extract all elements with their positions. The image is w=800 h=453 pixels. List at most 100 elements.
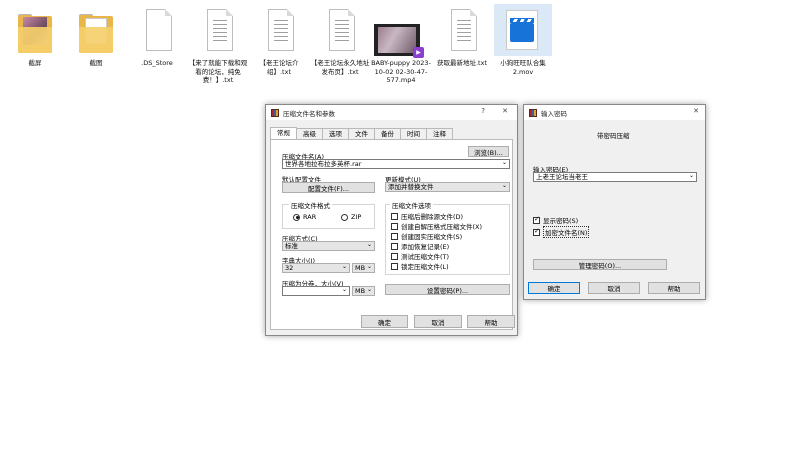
file-label: 【老王论坛介绍】.txt xyxy=(259,59,299,76)
password-value: 上老王论坛当老王 xyxy=(536,173,588,181)
dictionary-unit-value: MB xyxy=(355,264,366,272)
checkbox-icon xyxy=(391,212,398,220)
chevron-down-icon: ⌄ xyxy=(501,182,507,189)
option-recovery-checkbox[interactable]: 添加恢复记录(E) xyxy=(391,241,449,251)
options-group-title: 压缩文件选项 xyxy=(390,200,433,210)
file-label: 小狗旺旺队合集2.mov xyxy=(500,59,546,76)
chevron-down-icon[interactable]: ⌄ xyxy=(689,173,694,180)
file-label: 截屏 xyxy=(28,59,42,67)
option-label: 创建固实压缩文件(S) xyxy=(401,233,463,241)
option-label: 压缩后删除源文件(D) xyxy=(401,213,464,221)
cancel-button[interactable]: 取消 xyxy=(414,315,462,328)
split-unit-value: MB xyxy=(355,287,366,295)
radio-icon xyxy=(341,213,348,221)
chevron-down-icon: ⌄ xyxy=(366,286,372,293)
organize-passwords-button[interactable]: 管理密码(O)... xyxy=(533,259,667,270)
checkbox-icon xyxy=(391,252,398,260)
desktop-item-txt-1[interactable]: 【来了就能下载和观看的论坛，纯免费！】.txt xyxy=(189,4,247,85)
enter-password-dialog: 输入密码 ✕ 带密码压缩 输入密码(E) 上老王论坛当老王 ⌄ 显示密码(S) … xyxy=(523,104,706,300)
password-input[interactable]: 上老王论坛当老王 ⌄ xyxy=(533,172,697,182)
format-rar-radio[interactable]: RAR xyxy=(293,213,316,221)
text-file-icon xyxy=(189,4,247,56)
method-select[interactable]: 标准 ⌄ xyxy=(282,241,375,251)
split-unit-select[interactable]: MB ⌄ xyxy=(352,286,375,296)
desktop-item-video-mp4[interactable]: ▶ BABY-puppy 2023-10-02 02-30-47-577.mp4 xyxy=(371,4,431,85)
movie-file-icon xyxy=(494,4,552,56)
dictionary-size-value: 32 xyxy=(285,264,294,272)
archive-name-value: 世界各地拉布拉多英杯.rar xyxy=(285,160,362,168)
desktop-item-txt-4[interactable]: 获取最新地址.txt xyxy=(433,4,491,68)
checkbox-icon xyxy=(391,262,398,270)
folder-icon xyxy=(6,4,64,56)
text-file-icon xyxy=(433,4,491,56)
close-icon[interactable]: ✕ xyxy=(693,107,699,115)
option-delete-source-checkbox[interactable]: 压缩后删除源文件(D) xyxy=(391,211,463,221)
option-label: 创建自解压格式压缩文件(X) xyxy=(401,223,483,231)
play-badge-icon: ▶ xyxy=(413,47,424,58)
checkbox-icon xyxy=(391,232,398,240)
checkbox-icon xyxy=(391,222,398,230)
folder-icon xyxy=(67,4,125,56)
split-volumes-input[interactable]: ⌄ xyxy=(282,286,350,296)
encrypt-filenames-checkbox[interactable]: 加密文件名(N) xyxy=(533,226,590,238)
option-test-checkbox[interactable]: 测试压缩文件(T) xyxy=(391,251,449,261)
show-password-checkbox[interactable]: 显示密码(S) xyxy=(533,215,578,225)
file-label: 获取最新地址.txt xyxy=(436,59,487,67)
close-icon[interactable]: ✕ xyxy=(502,107,508,115)
file-label: BABY-puppy 2023-10-02 02-30-47-577.mp4 xyxy=(371,59,431,84)
file-label: 【来了就能下载和观看的论坛，纯免费！】.txt xyxy=(188,59,248,84)
desktop-item-ds-store[interactable]: .DS_Store xyxy=(128,4,186,68)
help-icon[interactable]: ? xyxy=(481,107,485,115)
video-file-icon: ▶ xyxy=(372,4,430,58)
dictionary-size-select[interactable]: 32 ⌄ xyxy=(282,263,350,273)
chevron-down-icon[interactable]: ⌄ xyxy=(502,160,507,167)
archive-format-group: 压缩文件格式 RAR ZIP xyxy=(282,200,375,229)
method-value: 标准 xyxy=(285,242,298,250)
format-zip-radio[interactable]: ZIP xyxy=(341,213,361,221)
help-button[interactable]: 帮助 xyxy=(467,315,515,328)
dialog-titlebar: 输入密码 ✕ xyxy=(524,105,705,120)
encrypt-filenames-label: 加密文件名(N) xyxy=(543,226,590,238)
dialog-title: 压缩文件名和参数 xyxy=(283,109,335,118)
option-sfx-checkbox[interactable]: 创建自解压格式压缩文件(X) xyxy=(391,221,482,231)
help-button[interactable]: 帮助 xyxy=(648,282,700,294)
chevron-down-icon: ⌄ xyxy=(366,263,372,270)
desktop-item-txt-2[interactable]: 【老王论坛介绍】.txt xyxy=(250,4,308,76)
winrar-app-icon xyxy=(529,108,537,117)
option-lock-checkbox[interactable]: 锁定压缩文件(L) xyxy=(391,261,449,271)
file-label: .DS_Store xyxy=(141,59,173,67)
option-solid-checkbox[interactable]: 创建固实压缩文件(S) xyxy=(391,231,462,241)
winrar-app-icon xyxy=(271,108,279,117)
dialog-title: 输入密码 xyxy=(541,109,567,118)
desktop-item-images-folder[interactable]: 截图 xyxy=(67,4,125,68)
ok-button[interactable]: 确定 xyxy=(528,282,580,294)
option-label: 测试压缩文件(T) xyxy=(401,253,450,261)
archive-options-group: 压缩文件选项 压缩后删除源文件(D) 创建自解压格式压缩文件(X) 创建固实压缩… xyxy=(385,200,510,275)
desktop-item-screenshots-folder[interactable]: 截屏 xyxy=(6,4,64,68)
desktop-item-mov[interactable]: 小狗旺旺队合集2.mov xyxy=(494,4,552,76)
text-file-icon xyxy=(311,4,369,56)
file-label: 截图 xyxy=(89,59,103,67)
dictionary-unit-select[interactable]: MB ⌄ xyxy=(352,263,375,273)
archive-name-input[interactable]: 世界各地拉布拉多英杯.rar ⌄ xyxy=(282,159,510,169)
dialog-titlebar: 压缩文件名和参数 ? ✕ xyxy=(266,105,517,120)
checkbox-icon xyxy=(391,242,398,250)
cancel-button[interactable]: 取消 xyxy=(588,282,640,294)
profiles-button[interactable]: 配置文件(F)... xyxy=(282,182,375,193)
text-file-icon xyxy=(250,4,308,56)
update-mode-value: 添加并替换文件 xyxy=(388,183,434,191)
option-label: 添加恢复记录(E) xyxy=(401,243,450,251)
desktop-item-txt-3[interactable]: 【老王论坛永久地址发布页】.txt xyxy=(311,4,369,76)
ok-button[interactable]: 确定 xyxy=(361,315,408,328)
show-password-label: 显示密码(S) xyxy=(543,217,579,225)
radio-icon xyxy=(293,213,300,221)
set-password-button[interactable]: 设置密码(P)... xyxy=(385,284,510,295)
format-rar-label: RAR xyxy=(303,213,317,221)
format-group-title: 压缩文件格式 xyxy=(289,200,332,210)
format-zip-label: ZIP xyxy=(351,213,362,221)
browse-button[interactable]: 浏览(B)... xyxy=(468,146,509,157)
update-mode-select[interactable]: 添加并替换文件 ⌄ xyxy=(385,182,510,192)
file-label: 【老王论坛永久地址发布页】.txt xyxy=(310,59,370,76)
chevron-down-icon[interactable]: ⌄ xyxy=(342,287,347,294)
general-tab-panel: 压缩文件名(A) 浏览(B)... 世界各地拉布拉多英杯.rar ⌄ 默认配置文… xyxy=(270,139,513,330)
